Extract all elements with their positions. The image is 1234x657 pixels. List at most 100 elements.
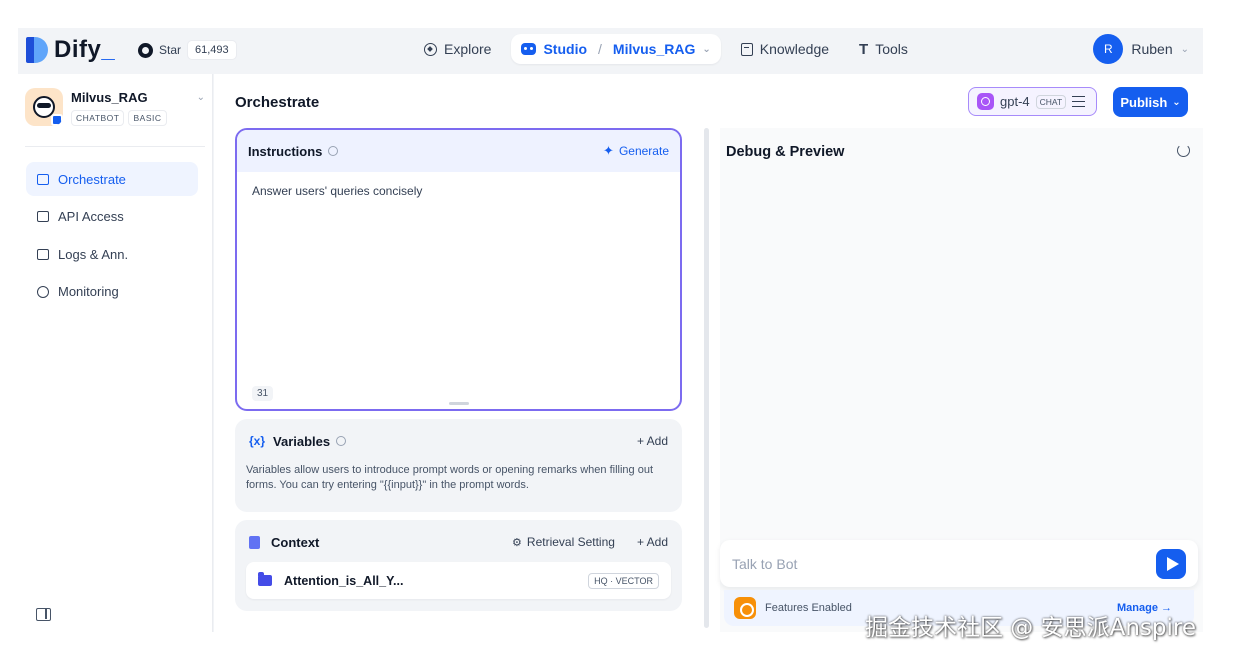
add-variable-button[interactable]: + Add — [637, 434, 668, 448]
document-icon — [249, 535, 260, 549]
app-avatar-icon — [25, 88, 63, 126]
publish-label: Publish — [1120, 94, 1168, 110]
dataset-index-badge: HQ · VECTOR — [588, 572, 659, 589]
github-icon — [138, 42, 153, 58]
refresh-icon[interactable] — [1177, 144, 1190, 157]
info-icon[interactable] — [328, 146, 339, 156]
user-name: Ruben — [1131, 41, 1173, 57]
add-context-button[interactable]: + Add — [637, 535, 668, 549]
sidebar-collapse-icon[interactable] — [36, 608, 51, 621]
chevron-down-icon: ⌄ — [1172, 96, 1181, 108]
brand-name: Dify_ — [54, 36, 116, 63]
dashboard-icon — [37, 285, 49, 298]
sidebar-item-label: API Access — [58, 209, 124, 224]
sidebar-item-orchestrate[interactable]: Orchestrate — [26, 162, 198, 196]
compass-icon — [424, 42, 437, 56]
nav-explore[interactable]: Explore — [414, 34, 501, 64]
instructions-panel: Instructions ✦ Generate Answer users' qu… — [235, 128, 682, 411]
publish-button[interactable]: Publish ⌄ — [1113, 87, 1188, 117]
app-window: Dify_ Star 61,493 Explore Studio / Milvu… — [18, 28, 1203, 632]
context-title: Context — [271, 534, 320, 550]
settings-icon: ⚙ — [512, 536, 522, 549]
variable-icon: {x} — [249, 434, 266, 448]
generate-label: Generate — [618, 144, 669, 158]
variables-description: Variables allow users to introduce promp… — [246, 464, 653, 491]
app-sidebar: Milvus_RAG CHATBOT BASIC ⌄ Orchestrate A… — [18, 74, 213, 632]
model-settings-icon[interactable] — [1072, 96, 1086, 107]
variables-title: Variables — [273, 433, 331, 449]
app-info-card[interactable]: Milvus_RAG CHATBOT BASIC ⌄ — [25, 88, 205, 126]
features-icon — [734, 597, 756, 619]
model-name: gpt-4 — [1000, 94, 1030, 109]
app-mode-tag: BASIC — [128, 110, 167, 126]
sparkle-icon: ✦ — [603, 143, 614, 158]
model-selector-button[interactable]: gpt-4 CHAT — [968, 87, 1097, 116]
nav-separator: / — [598, 41, 602, 57]
prompt-char-count: 31 — [252, 386, 274, 401]
context-header: Context ⚙ Retrieval Setting + Add — [235, 520, 682, 564]
panel-splitter[interactable] — [704, 128, 709, 628]
layout-icon — [37, 173, 49, 185]
send-button[interactable] — [1156, 548, 1186, 579]
sidebar-item-label: Logs & Ann. — [58, 246, 129, 262]
user-avatar[interactable]: R — [1093, 34, 1124, 64]
instructions-header: Instructions ✦ Generate — [237, 130, 680, 172]
nav-tools-label: Tools — [875, 41, 908, 57]
sidebar-item-monitoring[interactable]: Monitoring — [26, 275, 198, 309]
app-type-tag: CHATBOT — [71, 110, 125, 126]
watermark: 掘金技术社区 @ 安思派Anspire — [865, 615, 1197, 641]
generate-button[interactable]: ✦ Generate — [603, 143, 669, 159]
chevron-down-icon[interactable]: ⌄ — [702, 44, 710, 55]
variables-panel: {x} Variables + Add Variables allow user… — [235, 419, 682, 512]
chat-input-box — [720, 540, 1198, 587]
page-title: Orchestrate — [235, 94, 320, 111]
dataset-item[interactable]: Attention_is_All_Y... HQ · VECTOR — [246, 562, 671, 599]
terminal-icon — [37, 211, 49, 222]
chat-input[interactable] — [732, 555, 1156, 572]
chevron-down-icon[interactable]: ⌄ — [197, 92, 205, 103]
github-star-widget[interactable]: Star 61,493 — [138, 40, 237, 60]
nav-knowledge-label: Knowledge — [759, 41, 830, 57]
resize-handle[interactable] — [449, 402, 469, 405]
openai-icon — [977, 93, 994, 110]
config-panel: Instructions ✦ Generate Answer users' qu… — [235, 128, 682, 628]
retrieval-setting-button[interactable]: ⚙ Retrieval Setting — [512, 535, 615, 549]
nav-explore-label: Explore — [444, 41, 492, 57]
chevron-down-icon: ⌄ — [1180, 43, 1189, 55]
github-star-label: Star — [159, 43, 182, 57]
sidebar-item-label: Monitoring — [58, 284, 119, 299]
debug-preview-panel: Debug & Preview Features Enabled Manage … — [720, 128, 1203, 632]
robot-icon — [521, 43, 537, 55]
file-list-icon — [37, 248, 49, 260]
nav-tools[interactable]: T Tools — [849, 34, 918, 64]
prompt-editor[interactable]: Answer users' queries concisely — [237, 172, 680, 210]
nav-knowledge[interactable]: Knowledge — [731, 34, 839, 64]
debug-title: Debug & Preview — [726, 144, 845, 160]
user-menu[interactable]: R Ruben ⌄ — [1093, 34, 1189, 64]
main-content: Orchestrate gpt-4 CHAT Publish ⌄ Instruc… — [214, 74, 1203, 632]
sidebar-menu: Orchestrate API Access Logs & Ann. Monit… — [26, 162, 198, 312]
add-variable-label: Add — [646, 434, 668, 448]
context-panel: Context ⚙ Retrieval Setting + Add Attent… — [235, 520, 682, 611]
variables-header: {x} Variables + Add — [235, 419, 682, 463]
info-icon[interactable] — [336, 436, 347, 446]
instructions-title: Instructions — [248, 143, 323, 159]
model-mode-badge: CHAT — [1035, 94, 1067, 109]
nav-studio-label: Studio — [543, 41, 588, 57]
app-name: Milvus_RAG — [71, 90, 148, 105]
nav-studio[interactable]: Studio / Milvus_RAG ⌄ — [511, 34, 721, 64]
send-icon — [1166, 556, 1179, 571]
dify-logo-icon — [26, 37, 48, 63]
sidebar-divider — [25, 146, 205, 147]
top-navbar: Dify_ Star 61,493 Explore Studio / Milvu… — [18, 28, 1203, 74]
main-nav: Explore Studio / Milvus_RAG ⌄ Knowledge … — [414, 34, 918, 64]
folder-icon — [258, 572, 272, 586]
sidebar-item-label: Orchestrate — [58, 171, 126, 187]
github-star-count: 61,493 — [187, 40, 237, 60]
dataset-name: Attention_is_All_Y... — [284, 573, 404, 588]
nav-current-app[interactable]: Milvus_RAG — [613, 41, 695, 57]
retrieval-setting-label: Retrieval Setting — [526, 535, 615, 549]
sidebar-item-logs[interactable]: Logs & Ann. — [26, 237, 198, 271]
sidebar-item-api-access[interactable]: API Access — [26, 200, 198, 234]
dify-logo[interactable]: Dify_ — [26, 36, 115, 64]
